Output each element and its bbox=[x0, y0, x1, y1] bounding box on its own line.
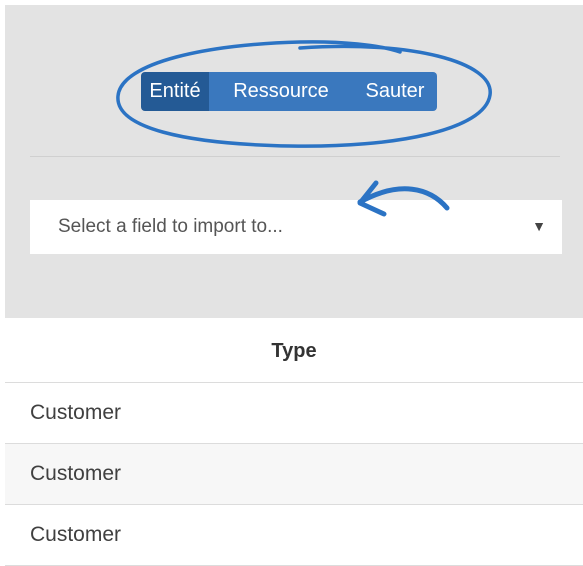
entity-button[interactable]: Entité bbox=[141, 72, 209, 111]
resource-button[interactable]: Ressource bbox=[209, 72, 353, 111]
data-table: Type Customer Customer Customer bbox=[5, 320, 583, 566]
field-select-placeholder: Select a field to import to... bbox=[58, 216, 283, 237]
table-row: Customer bbox=[5, 505, 583, 566]
table-row: Customer bbox=[5, 383, 583, 444]
import-options-panel bbox=[5, 5, 583, 318]
column-header-type[interactable]: Type bbox=[5, 320, 583, 383]
panel-divider bbox=[30, 156, 560, 157]
caret-down-icon: ▼ bbox=[532, 218, 546, 234]
field-select-dropdown[interactable]: Select a field to import to... ▼ bbox=[30, 200, 562, 254]
skip-button[interactable]: Sauter bbox=[353, 72, 437, 111]
import-mode-segmented-control: Entité Ressource Sauter bbox=[141, 72, 437, 111]
table-row: Customer bbox=[5, 444, 583, 505]
